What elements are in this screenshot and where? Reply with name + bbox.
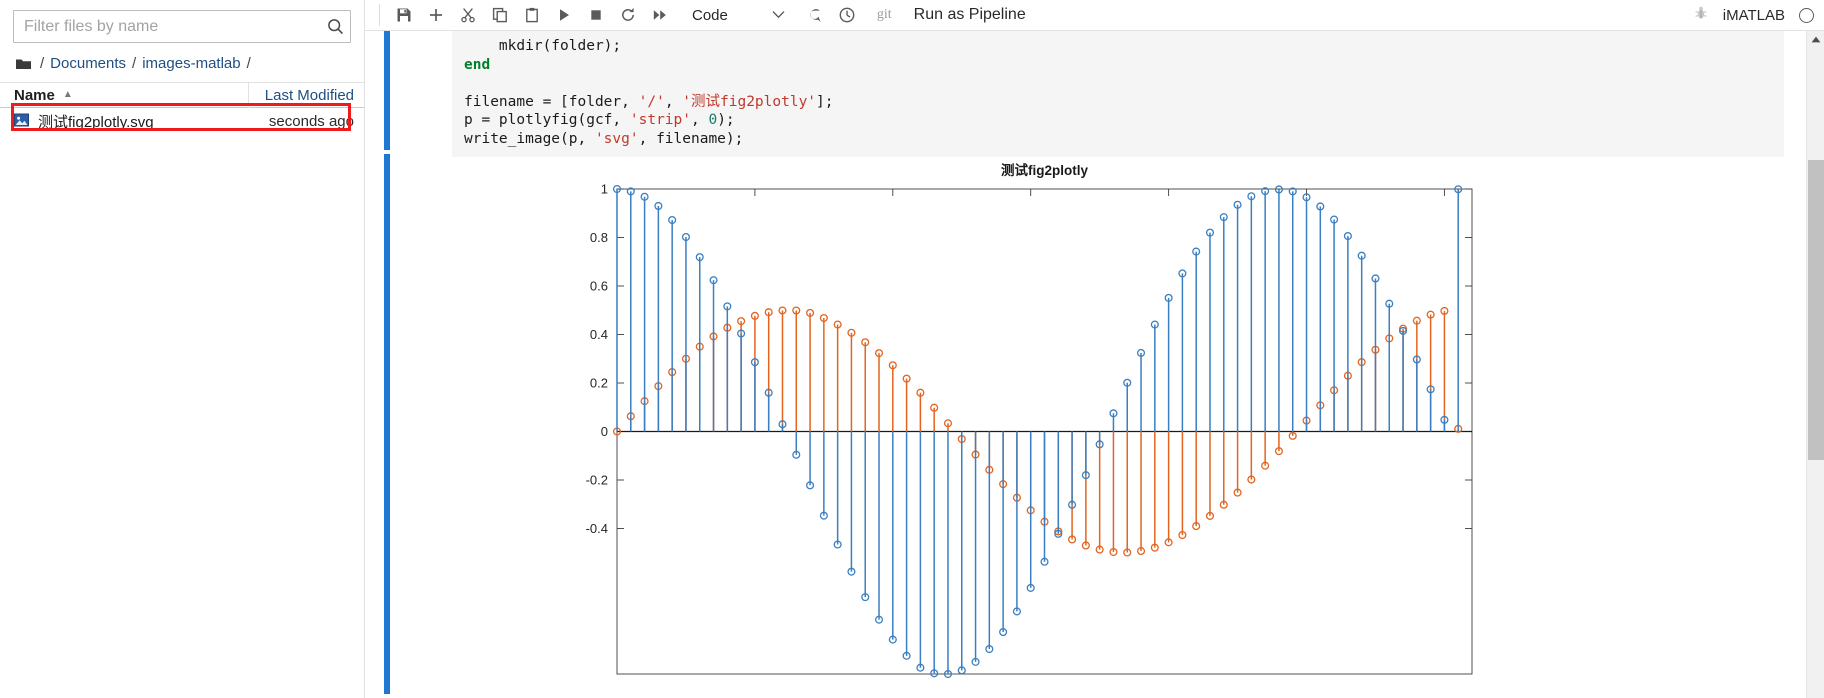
column-header-last-modified[interactable]: Last Modified [249,87,364,104]
column-header-name-label: Name [14,86,55,104]
code-token: 'strip' [629,112,691,129]
copy-button[interactable] [484,2,516,29]
code-token: , [664,93,683,110]
notebook-body: mkdir(folder); end filename = [folder, '/… [365,31,1824,698]
run-button[interactable] [548,2,580,29]
y-tick-label: 0.6 [590,279,608,294]
code-token: 'svg' [594,130,639,147]
code-token: end [464,56,491,73]
column-header-name[interactable]: Name ▲ [14,87,248,104]
bug-icon[interactable] [1693,5,1709,26]
stem-plot-figure: 测试fig2plotly 1 0.8 0.6 0.4 0.2 0 -0.2 -0.4 [586,162,1473,679]
run-as-pipeline-button[interactable]: Run as Pipeline [914,6,1026,24]
filter-box[interactable] [13,10,351,43]
history-button[interactable] [831,2,863,29]
restart-kernel-button[interactable] [612,2,644,29]
y-tick-label: -0.4 [586,521,608,536]
code-token: mkdir(folder); [464,38,622,54]
code-editor[interactable]: mkdir(folder); end filename = [folder, '/… [452,31,1784,157]
code-line: filename = [folder, '/', '测试fig2plotly']… [464,93,1774,112]
file-browser-sidebar: / Documents / images-matlab / Name ▲ Las… [0,0,365,698]
notebook-scroll-area: mkdir(folder); end filename = [folder, '/… [365,31,1806,698]
code-token: '测试fig2plotly' [682,93,817,110]
code-line: write_image(p, 'svg', filename); [464,130,1774,149]
breadcrumb-documents[interactable]: Documents [47,55,129,72]
toolbar-divider-left [379,4,380,26]
breadcrumb-sep-1: / [132,55,137,72]
search-icon[interactable] [320,18,350,35]
y-tick-label: 0.8 [590,230,608,245]
file-list-item[interactable]: 测试fig2plotly.svg seconds ago [0,108,364,135]
code-cell-body: mkdir(folder); end filename = [folder, '/… [390,31,1806,157]
code-cell[interactable]: mkdir(folder); end filename = [folder, '/… [365,31,1806,157]
plot-output: 测试fig2plotly 1 0.8 0.6 0.4 0.2 0 -0.2 -0.4 [452,154,1806,684]
breadcrumb-root[interactable]: / [39,55,45,72]
scroll-up-arrow-icon[interactable] [1807,31,1824,48]
y-tick-label: 0.4 [590,327,608,342]
cut-button[interactable] [452,2,484,29]
kernel-status-icon[interactable] [1799,8,1814,23]
scrollbar-track[interactable] [1807,48,1824,698]
sort-ascending-icon: ▲ [62,88,73,100]
code-token: write_image(p, [464,130,595,147]
folder-icon [16,58,31,70]
notebook-toolbar: Code git Run as Pipeline iMATLAB [365,0,1824,31]
image-file-icon [14,113,29,131]
git-button[interactable]: git [877,7,892,23]
chart-title: 测试fig2plotly [1001,162,1088,178]
file-name-label: 测试fig2plotly.svg [38,114,154,131]
save-button[interactable] [388,2,420,29]
imatlab-notebook-window: / Documents / images-matlab / Name ▲ Las… [0,0,1824,698]
file-name-cell: 测试fig2plotly.svg [14,111,249,132]
cell-type-select[interactable]: Code [688,5,789,26]
vertical-scrollbar[interactable] [1806,31,1824,698]
code-line: end [464,56,1774,75]
y-tick-label: -0.2 [586,473,608,488]
notebook-main-pane: Code git Run as Pipeline iMATLAB mkdir(f… [365,0,1824,698]
breadcrumb-sep-2: / [246,55,251,72]
code-token: '/' [638,93,665,110]
y-tick-label: 0 [601,424,608,439]
paste-button[interactable] [516,2,548,29]
toolbar-right-group: iMATLAB [1693,0,1814,31]
code-token: filename = [folder, [464,93,639,110]
file-list-header: Name ▲ Last Modified [0,82,364,108]
code-token: ); [717,112,735,129]
code-token: , filename); [638,130,744,147]
chevron-down-icon [772,8,785,22]
output-cell-body: 测试fig2plotly 1 0.8 0.6 0.4 0.2 0 -0.2 -0.4 [390,154,1806,694]
filter-row [0,0,364,49]
output-cell[interactable]: 测试fig2plotly 1 0.8 0.6 0.4 0.2 0 -0.2 -0.4 [365,154,1806,694]
code-token: , [690,112,709,129]
cell-type-label: Code [692,6,728,24]
code-token: 0 [708,112,718,129]
file-filter-input[interactable] [14,17,320,36]
kernel-name-label[interactable]: iMATLAB [1723,7,1785,24]
insert-cell-button[interactable] [420,2,452,29]
snapshot-button[interactable] [799,2,831,29]
file-modified-label: seconds ago [268,113,354,130]
code-token: ]; [816,93,834,110]
y-tick-label: 0.2 [590,376,608,391]
scrollbar-thumb[interactable] [1808,160,1824,460]
breadcrumb-images-matlab[interactable]: images-matlab [139,55,243,72]
code-token: p = plotlyfig(gcf, [464,112,630,129]
code-line: mkdir(folder); [464,37,1774,56]
y-tick-label: 1 [601,182,608,197]
breadcrumb: / Documents / images-matlab / [0,49,364,82]
restart-run-all-button[interactable] [644,2,676,29]
stop-button[interactable] [580,2,612,29]
code-line: p = plotlyfig(gcf, 'strip', 0); [464,111,1774,130]
